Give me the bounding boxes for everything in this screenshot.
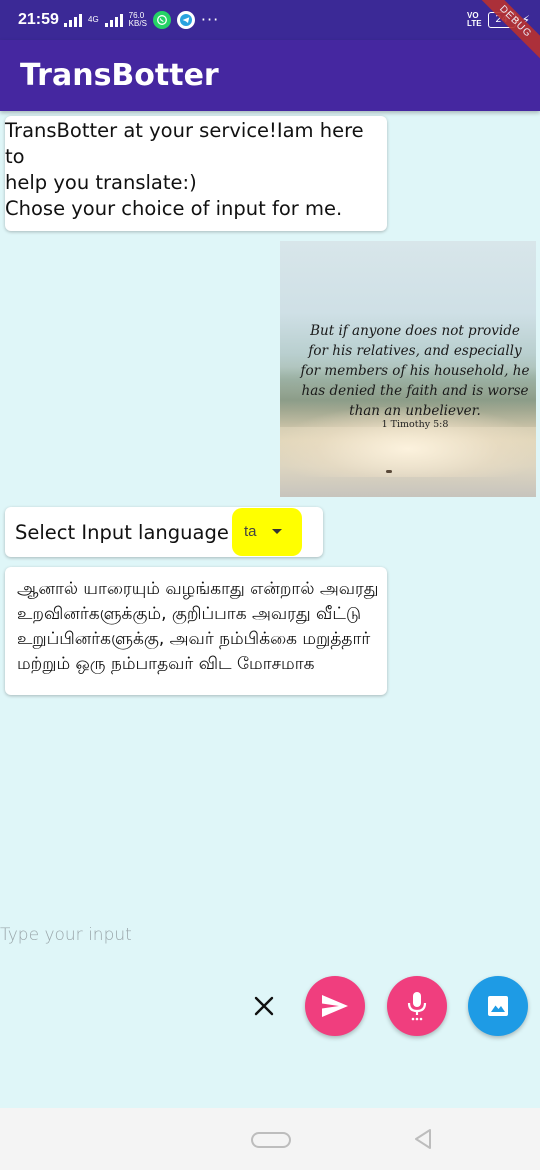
volte-icon: VO LTE	[467, 12, 482, 28]
image-quote-text: But if anyone does not provide for his r…	[300, 323, 530, 419]
home-button[interactable]	[251, 1132, 291, 1148]
status-bar: 21:59 4G 76.0 KB/S ··· VO LTE 24 ⚡ DEBUG	[0, 0, 540, 67]
uploaded-image-message[interactable]: But if anyone does not provide for his r…	[280, 241, 536, 497]
send-button[interactable]	[305, 976, 365, 1036]
bot-welcome-message: TransBotter at your service!Iam here to …	[5, 116, 387, 231]
status-time: 21:59	[18, 11, 59, 28]
app-title: TransBotter	[20, 58, 219, 93]
translation-result-message: ஆனால் யாரையும் வழங்காது என்றால் அவரது உற…	[5, 567, 387, 695]
mic-icon	[407, 992, 427, 1021]
back-icon[interactable]	[412, 1128, 434, 1150]
image-quote-reference: 1 Timothy 5:8	[381, 419, 449, 430]
dropdown-arrow-icon	[272, 529, 282, 534]
welcome-message-text: TransBotter at your service!Iam here to …	[5, 119, 364, 220]
voice-input-button[interactable]	[387, 976, 447, 1036]
translation-text: ஆனால் யாரையும் வழங்காது என்றால் அவரது உற…	[17, 579, 379, 674]
send-icon	[322, 995, 348, 1017]
language-dropdown[interactable]: ta	[232, 508, 302, 556]
network-type-label: 4G	[88, 14, 99, 24]
clear-button[interactable]	[248, 990, 280, 1022]
signal-icon	[64, 13, 82, 27]
whatsapp-icon	[152, 10, 171, 29]
telegram-icon	[176, 10, 195, 29]
app-bar: TransBotter	[0, 40, 540, 111]
network-speed: 76.0 KB/S	[128, 11, 147, 28]
image-bird	[386, 470, 392, 473]
close-icon	[254, 996, 274, 1016]
volte-bottom: LTE	[467, 19, 482, 28]
image-upload-button[interactable]	[468, 976, 528, 1036]
signal-icon-2	[104, 13, 123, 27]
network-speed-unit: KB/S	[128, 18, 147, 28]
image-icon	[488, 996, 508, 1016]
text-input-field[interactable]	[0, 920, 530, 950]
system-navigation-bar	[0, 1108, 540, 1170]
status-left-icons: 4G 76.0 KB/S ···	[64, 10, 219, 29]
language-prompt-label: Select Input language	[15, 521, 229, 544]
more-notifications-icon: ···	[200, 10, 220, 29]
language-selected-value: ta	[244, 523, 257, 540]
